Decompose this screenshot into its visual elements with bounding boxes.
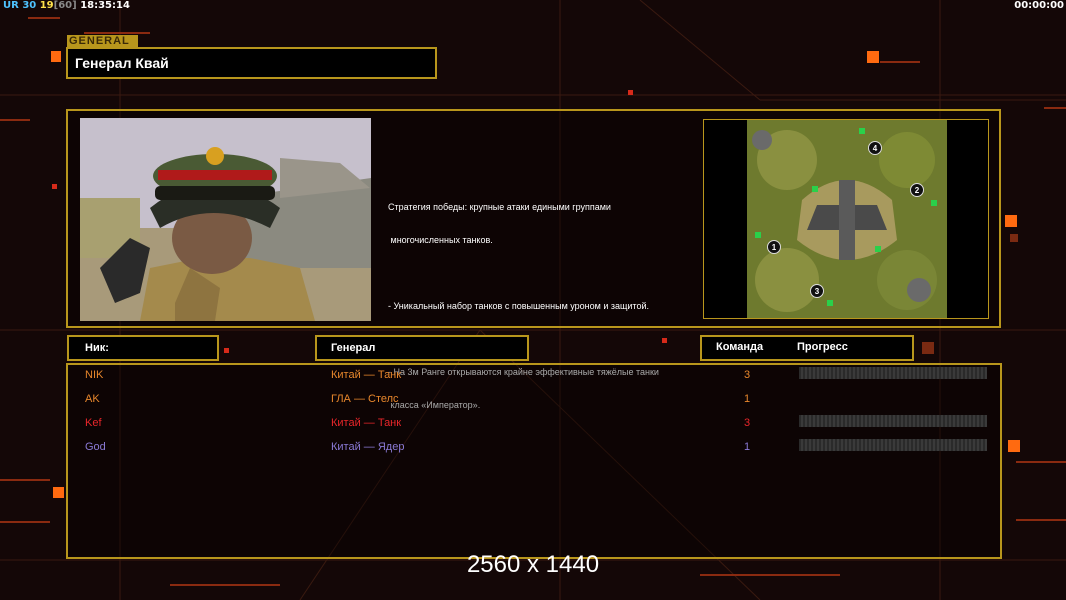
description-line (388, 268, 698, 279)
player-progress-bar (799, 367, 987, 379)
player-nick: God (85, 441, 106, 453)
player-team: 3 (744, 369, 751, 381)
minimap-marker: 1 (767, 240, 781, 254)
header-team: Команда (716, 341, 764, 353)
player-progress-bar (799, 439, 987, 451)
description-line: Стратегия победы: крупные атаки едиными … (388, 202, 611, 212)
decor-square (51, 51, 61, 62)
decor-square (53, 487, 64, 498)
player-nick: NIK (85, 369, 104, 381)
hud-stat: 30 (22, 0, 37, 11)
minimap (747, 120, 947, 318)
hud-stat: [60] (53, 0, 77, 11)
player-general: ГЛА — Стелс (331, 393, 399, 405)
general-name: Генерал Квай (75, 55, 169, 71)
resolution-label: 2560 x 1440 (466, 551, 600, 578)
hud-timer: 00:00:00 (1014, 0, 1064, 11)
player-general: Китай — Ядер (331, 441, 405, 453)
decor-square (52, 184, 57, 189)
decor-square (1005, 215, 1017, 227)
minimap-marker: 2 (910, 183, 924, 197)
header-general: Генерал (331, 342, 376, 354)
hud-stats: UR 30 19[60] 18:35:14 (3, 0, 130, 11)
player-nick: AK (85, 393, 100, 405)
header-nick: Ник: (85, 342, 109, 354)
player-team: 1 (744, 441, 751, 453)
description-line: многочисленных танков. (388, 235, 493, 245)
player-team: 1 (744, 393, 751, 405)
decor-square (224, 348, 229, 353)
description-line: - Уникальный набор танков с повышенным у… (388, 301, 649, 311)
decor-square (922, 342, 934, 354)
minimap-marker: 4 (868, 141, 882, 155)
decor-square (1010, 234, 1018, 242)
player-row[interactable]: Kef Китай — Танк 3 (68, 413, 998, 435)
player-team: 3 (744, 417, 751, 429)
player-progress-bar (799, 415, 987, 427)
player-row[interactable]: AK ГЛА — Стелс 1 (68, 389, 998, 411)
player-nick: Kef (85, 417, 102, 429)
player-general: Китай — Танк (331, 417, 402, 429)
player-row[interactable]: NIK Китай — Танк 3 (68, 365, 998, 387)
minimap-marker: 3 (810, 284, 824, 298)
header-progress: Прогресс (797, 341, 848, 353)
hud-stat: 19 (39, 0, 54, 11)
decor-square (628, 90, 633, 95)
hud-clock: 18:35:14 (80, 0, 130, 11)
decor-square (1008, 440, 1020, 452)
decor-square (867, 51, 879, 63)
player-general: Китай — Танк (331, 369, 402, 381)
hud-stat: UR (3, 0, 19, 11)
general-portrait (80, 118, 371, 321)
player-row[interactable]: God Китай — Ядер 1 (68, 437, 998, 459)
